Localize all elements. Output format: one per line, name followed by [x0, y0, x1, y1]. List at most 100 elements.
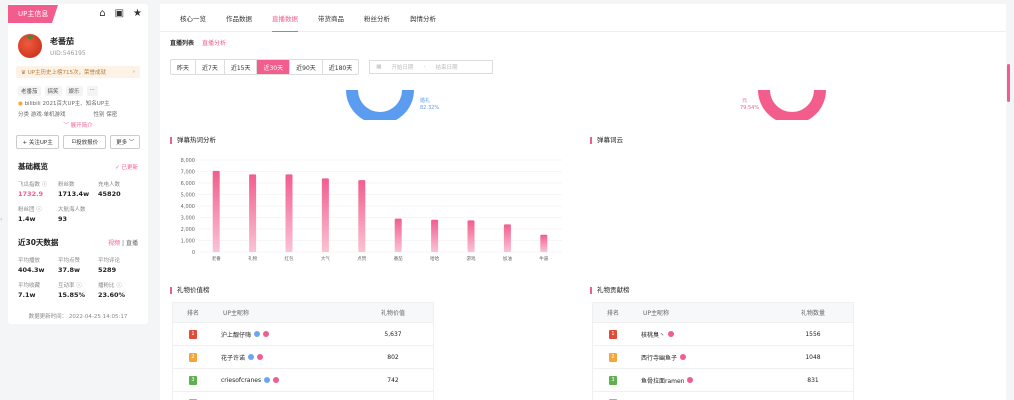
rank-notice[interactable]: ♛ UP主历史上榜715次，荣誉成就 ›	[16, 66, 140, 78]
up-nickname[interactable]: 西行寺幽鱼子	[641, 353, 677, 362]
main-tab[interactable]: 舆情分析	[400, 4, 446, 32]
danmu-cloud-title: 弹幕词云	[590, 137, 623, 144]
avatar	[18, 34, 42, 58]
y-tick-label: 7,000	[181, 170, 195, 176]
end-date[interactable]: 结束日期	[435, 63, 457, 71]
recent-stat: 互动率 ⓘ 15.85%	[58, 281, 98, 299]
x-tick-label: 大气	[321, 255, 330, 262]
main-tab[interactable]: 直播数据	[262, 4, 308, 32]
gift-value-table: 排名 UP主昵称 礼物价值 1 沪上靓仔嗨 5,637 2 花子许诺 802 3 criesofcr…	[172, 302, 434, 400]
x-tick-label: 加油	[503, 255, 512, 262]
basic-overview-title: 基础概览	[18, 162, 48, 171]
header-cell: UP主昵称	[643, 310, 670, 317]
main-panel: 核心一览 作品数据 直播数据 带货商品 粉丝分析 舆情分析 直播列表 直播分析 昨天 近7天…	[160, 4, 1006, 400]
main-tab[interactable]: 作品数据	[216, 4, 262, 32]
stat-label: 平均点赞	[58, 258, 81, 264]
range-option[interactable]: 近90天	[290, 60, 323, 74]
bar[interactable]	[249, 174, 257, 252]
more-button[interactable]: 更多 ﹀	[110, 135, 141, 149]
donut-right-pct: 79.54%	[740, 105, 759, 111]
subtab-live-analysis[interactable]: 直播分析	[202, 38, 226, 47]
up-uid: UID:546195	[50, 49, 86, 57]
rank-badge: 2	[189, 352, 197, 362]
up-nickname[interactable]: 鱼骨拉面ramen	[641, 376, 684, 385]
main-tab[interactable]: 带货商品	[308, 4, 354, 32]
range-option[interactable]: 近180天	[323, 60, 358, 74]
tab-live[interactable]: 直播	[126, 240, 138, 247]
name-cell: criesofcranes	[213, 377, 353, 384]
report-price-button[interactable]: ⊡ 投放报价	[63, 135, 107, 149]
table-row[interactable]: 3 鱼骨拉面ramen 831	[593, 369, 853, 392]
bar[interactable]	[285, 174, 293, 252]
recent-stat: 播粉比 ⓘ 23.60%	[98, 281, 138, 299]
basic-stats: 飞瓜指数 ⓘ 1732.9 粉丝数 1713.4w 充电人数 45820 粉丝团 ⓘ 1.4w…	[8, 172, 148, 223]
rank-cell: 3	[593, 375, 633, 385]
up-nickname[interactable]: 核桃臭丶	[641, 330, 665, 339]
start-date[interactable]: 开始日期	[391, 63, 413, 71]
bar[interactable]	[467, 220, 475, 252]
rank-badge: 3	[189, 375, 197, 385]
fan-badge-icon	[264, 377, 271, 383]
main-tab[interactable]: 粉丝分析	[354, 4, 400, 32]
bar[interactable]	[394, 218, 402, 252]
stat-label: 粉丝团 ⓘ	[18, 207, 42, 213]
rank-cell: 2	[593, 352, 633, 362]
stat-value: 404.3w	[18, 266, 45, 274]
table-row[interactable]: 4星一只狂奔鱼769	[593, 392, 853, 400]
tag-item: 搞笑	[44, 86, 62, 96]
expand-intro-link[interactable]: ﹀ 展开简介	[8, 121, 148, 129]
range-option[interactable]: 近7天	[196, 60, 225, 74]
header-cell: 排名	[186, 310, 199, 317]
bar[interactable]	[212, 170, 220, 252]
rank-badge: 2	[609, 352, 617, 362]
header-cell: 排名	[606, 310, 619, 317]
follow-up-button[interactable]: + 关注UP主	[16, 135, 60, 149]
bar[interactable]	[358, 180, 366, 252]
update-time: 数据更新时间： 2022-04-25 14:05:17	[28, 314, 128, 320]
collapse-left-icon[interactable]: ‹	[0, 216, 6, 228]
stat-value: 5289	[98, 266, 117, 274]
bar[interactable]	[431, 219, 439, 252]
y-tick-label: 0	[192, 250, 195, 256]
basic-stat: 充电人数 45820	[98, 180, 138, 198]
table-row[interactable]: 2 西行寺幽鱼子 1048	[593, 346, 853, 369]
rank-cell: 2	[173, 352, 213, 362]
page-root: ‹ UP主信息 ⌂ ▣ ★ 老番茄 UID:546195 ♛ UP主历史上榜71…	[0, 0, 1014, 400]
value-cell: 802	[387, 353, 399, 361]
table-row[interactable]: 3 criesofcranes 742	[173, 369, 433, 392]
table-row[interactable]: 2 花子许诺 802	[173, 346, 433, 369]
date-range-picker[interactable]: ▦ 开始日期 - 结束日期	[369, 60, 494, 74]
stat-value: 15.85%	[58, 291, 86, 299]
home-icon[interactable]: ⌂	[99, 9, 105, 19]
donut-left-label: 婚礼	[420, 97, 430, 104]
up-info-tab: UP主信息	[8, 5, 58, 23]
bar[interactable]	[503, 224, 511, 252]
tab-video[interactable]: 视频	[108, 240, 120, 247]
up-nickname[interactable]: 花子许诺	[221, 353, 245, 362]
stat-label: 播粉比 ⓘ	[98, 283, 122, 289]
up-name: 老番茄	[50, 36, 74, 46]
up-nickname[interactable]: 沪上靓仔嗨	[221, 330, 251, 339]
bar[interactable]	[321, 178, 329, 252]
subtab-live-list[interactable]: 直播列表	[170, 38, 194, 47]
table-row[interactable]: 4旧梦如烟646	[173, 392, 433, 400]
range-option[interactable]: 近15天	[225, 60, 258, 74]
stat-value: 1713.4w	[58, 190, 90, 198]
table-row[interactable]: 1 沪上靓仔嗨 5,637	[173, 323, 433, 346]
rank-cell: 1	[593, 329, 633, 339]
table-row[interactable]: 1 核桃臭丶 1556	[593, 323, 853, 346]
range-option[interactable]: 近30天	[257, 60, 291, 74]
stat-value: 1.4w	[18, 215, 36, 223]
star-icon[interactable]: ★	[133, 9, 142, 19]
main-tab[interactable]: 核心一览	[170, 4, 216, 32]
range-option[interactable]: 昨天	[171, 60, 197, 74]
side-float-tab[interactable]	[1007, 64, 1010, 102]
bar[interactable]	[540, 234, 548, 252]
recent-30-title: 近30天数据	[18, 238, 59, 247]
up-nickname[interactable]: criesofcranes	[221, 377, 261, 384]
danmu-hot-bar-chart: 0 1,000 2,000 3,000 4,000 5,000 6,000 7,000 8,00…	[181, 158, 562, 262]
tag-more[interactable]: ···	[86, 86, 98, 96]
table-header: 排名 UP主昵称 礼物数量	[593, 303, 853, 323]
up-info-sidebar: UP主信息 ⌂ ▣ ★ 老番茄 UID:546195 ♛ UP主历史上榜715次…	[8, 4, 148, 324]
tv-icon[interactable]: ▣	[115, 9, 124, 19]
